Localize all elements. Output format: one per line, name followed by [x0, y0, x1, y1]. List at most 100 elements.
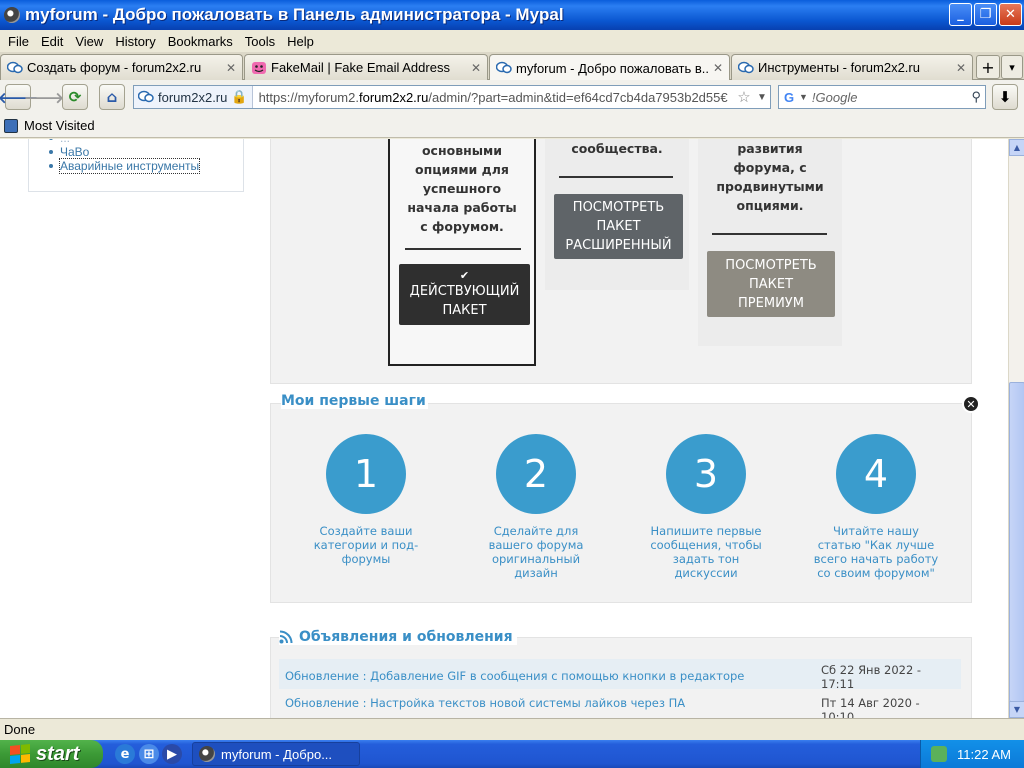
plan-premium-divider — [712, 233, 827, 235]
tab-bar: Создать форум - forum2x2.ru ✕ FakeMail |… — [0, 52, 1024, 81]
forward-button[interactable]: 🡒 — [24, 84, 64, 110]
tab-fakemail[interactable]: FakeMail | Fake Email Address ✕ — [244, 54, 488, 80]
news-date: Сб 22 Янв 2022 - 17:11 — [821, 663, 922, 691]
menu-file[interactable]: File — [2, 34, 35, 49]
sidebar-tools-box: ... ЧаВо Аварийные инструменты — [28, 139, 244, 192]
tab-close-icon[interactable]: ✕ — [226, 61, 236, 75]
mypal-app-icon[interactable] — [4, 7, 20, 23]
forum-favicon-icon — [496, 61, 512, 74]
step-4[interactable]: 4 Читайте нашу статью "Как лучше всего н… — [811, 434, 941, 580]
explorer-quicklaunch-icon[interactable]: ⊞ — [139, 744, 159, 764]
most-visited-folder-icon — [4, 118, 18, 133]
network-tray-icon[interactable] — [931, 746, 947, 762]
tab-myforum-admin[interactable]: myforum - Добро пожаловать в... ✕ — [489, 54, 730, 81]
fakemail-favicon-icon — [252, 61, 266, 74]
plan-advanced-card: форума и его сообщества. ПОСМОТРЕТЬ ПАКЕ… — [545, 139, 689, 290]
tab-tools[interactable]: Инструменты - forum2x2.ru ✕ — [731, 54, 973, 80]
status-text: Done — [4, 722, 36, 737]
news-section-title: Объявления и обновления — [279, 629, 517, 645]
bookmarks-toolbar: Most Visited — [0, 114, 1024, 138]
taskbar-window-myforum[interactable]: myforum - Добро... — [192, 742, 360, 766]
media-player-quicklaunch-icon[interactable]: ▶ — [162, 744, 182, 764]
url-dropdown-icon[interactable]: ▼ — [754, 92, 770, 103]
menu-history[interactable]: History — [109, 34, 161, 49]
plan-advanced-description: форума и его сообщества. — [571, 141, 663, 156]
view-premium-plan-button[interactable]: ПОСМОТРЕТЬ ПАКЕТ ПРЕМИУМ — [707, 251, 835, 317]
news-row[interactable]: Обновление : Добавление GIF в сообщения … — [279, 659, 961, 691]
menu-tools[interactable]: Tools — [239, 34, 281, 49]
ie-quicklaunch-icon[interactable]: e — [115, 744, 135, 764]
scrollbar-thumb[interactable] — [1009, 382, 1024, 702]
forum-favicon-icon — [7, 61, 23, 73]
step-text[interactable]: Напишите первые сообщения, чтобы задать … — [641, 524, 771, 580]
sidebar-item-emergency-tools[interactable]: Аварийные инструменты — [49, 158, 201, 174]
tab-create-forum[interactable]: Создать форум - forum2x2.ru ✕ — [0, 54, 243, 80]
close-window-button[interactable]: ✕ — [999, 3, 1022, 26]
close-steps-icon[interactable]: ✕ — [962, 395, 980, 413]
news-title-link[interactable]: Обновление : Настройка текстов новой сис… — [285, 696, 685, 710]
step-text[interactable]: Создайте ваши категории и под-форумы — [301, 524, 431, 566]
news-title-link[interactable]: Обновление : Добавление GIF в сообщения … — [285, 669, 744, 683]
site-identity-button[interactable]: forum2x2.ru 🔒 — [134, 86, 253, 108]
news-row[interactable]: Обновление : Настройка текстов новой сис… — [279, 696, 961, 718]
step-number: 1 — [326, 434, 406, 514]
rss-icon — [279, 630, 293, 644]
window-titlebar: myforum - Добро пожаловать в Панель адми… — [0, 0, 1024, 30]
plan-premium-description: ускорения развития форума, с продвинутым… — [716, 141, 824, 213]
reload-button[interactable]: ⟳ — [62, 84, 88, 110]
tab-close-icon[interactable]: ✕ — [713, 61, 723, 75]
menu-help[interactable]: Help — [281, 34, 320, 49]
url-bar[interactable]: forum2x2.ru 🔒 https://myforum2.forum2x2.… — [133, 85, 771, 109]
plan-basic-description: пакет с основными опциями для успешного … — [407, 143, 517, 234]
downloads-button[interactable]: ⬇ — [992, 84, 1018, 110]
step-number: 4 — [836, 434, 916, 514]
step-text[interactable]: Читайте нашу статью "Как лучше всего нач… — [811, 524, 941, 580]
page-content: ... ЧаВо Аварийные инструменты пакет с о… — [0, 139, 1008, 718]
menu-view[interactable]: View — [69, 34, 109, 49]
step-1[interactable]: 1 Создайте ваши категории и под-форумы — [301, 434, 431, 566]
step-3[interactable]: 3 Напишите первые сообщения, чтобы задат… — [641, 434, 771, 580]
scroll-down-arrow-icon[interactable]: ▼ — [1009, 701, 1024, 718]
status-bar: Done — [0, 718, 1024, 740]
tab-close-icon[interactable]: ✕ — [956, 61, 966, 75]
maximize-button[interactable]: ❐ — [974, 3, 997, 26]
vertical-scrollbar[interactable]: ▲ ▼ — [1008, 139, 1024, 718]
mypal-app-icon — [199, 746, 215, 762]
windows-taskbar: start e ⊞ ▶ myforum - Добро... 11:22 AM — [0, 740, 1024, 768]
tab-close-icon[interactable]: ✕ — [471, 61, 481, 75]
search-engine-dropdown-icon[interactable]: ▼ — [799, 92, 808, 102]
step-2[interactable]: 2 Сделайте для вашего форума оригинальны… — [471, 434, 601, 580]
plan-premium-card: ускорения развития форума, с продвинутым… — [698, 139, 842, 346]
step-number: 2 — [496, 434, 576, 514]
lock-icon: 🔒 — [231, 89, 248, 104]
search-box[interactable]: G ▼ !Google ⚲ — [778, 85, 986, 109]
plan-advanced-divider — [559, 176, 673, 178]
clock: 11:22 AM — [957, 746, 1011, 762]
new-tab-button[interactable]: + — [976, 55, 1000, 79]
sidebar-link-list: ... ЧаВо Аварийные инструменты — [49, 139, 201, 174]
forum-favicon-icon — [138, 90, 154, 103]
list-all-tabs-icon[interactable]: ▾ — [1001, 55, 1023, 79]
home-button[interactable]: ⌂ — [99, 84, 125, 110]
window-title: myforum - Добро пожаловать в Панель адми… — [25, 5, 564, 24]
search-magnifier-icon[interactable]: ⚲ — [971, 89, 981, 105]
url-text[interactable]: https://myforum2.forum2x2.ru/admin/?part… — [253, 90, 734, 105]
first-steps-title: Мои первые шаги — [281, 393, 428, 409]
bookmark-most-visited[interactable]: Most Visited — [24, 118, 95, 133]
start-button[interactable]: start — [0, 740, 103, 768]
menu-edit[interactable]: Edit — [35, 34, 69, 49]
news-date: Пт 14 Авг 2020 - 10:10 — [821, 696, 920, 718]
step-text[interactable]: Сделайте для вашего форума оригинальный … — [471, 524, 601, 580]
menu-bar: File Edit View History Bookmarks Tools H… — [0, 30, 1024, 52]
minimize-button[interactable]: _ — [949, 3, 972, 26]
menu-bookmarks[interactable]: Bookmarks — [162, 34, 239, 49]
current-plan-button[interactable]: ✔ ДЕЙСТВУЮЩИЙ ПАКЕТ — [399, 264, 530, 325]
view-advanced-plan-button[interactable]: ПОСМОТРЕТЬ ПАКЕТ РАСШИРЕННЫЙ — [554, 194, 683, 259]
bookmark-star-icon[interactable]: ☆ — [734, 88, 754, 106]
scroll-up-arrow-icon[interactable]: ▲ — [1009, 139, 1024, 156]
windows-flag-icon — [10, 743, 30, 765]
plan-basic-card: пакет с основными опциями для успешного … — [388, 139, 536, 366]
google-search-engine-icon[interactable]: G — [779, 90, 799, 105]
forum-favicon-icon — [738, 61, 754, 73]
sidebar-item-faq[interactable]: ЧаВо — [49, 145, 199, 159]
